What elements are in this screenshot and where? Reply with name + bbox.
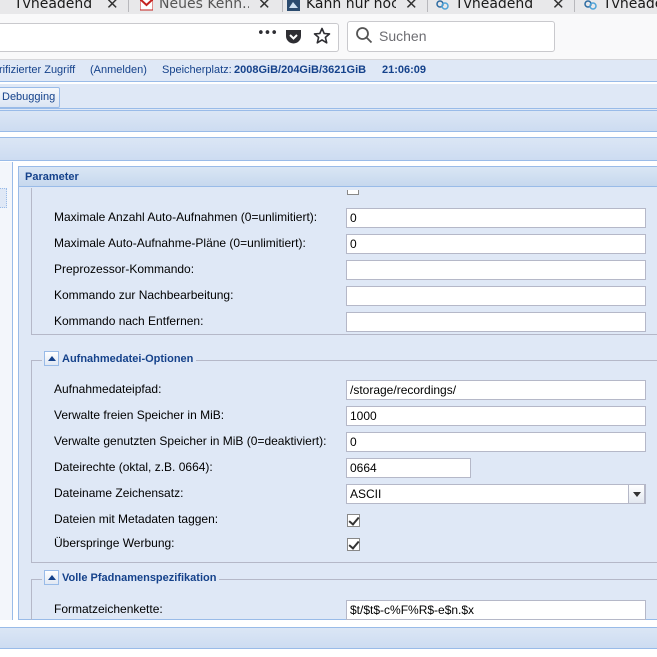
postprocessor-input[interactable] [346,286,646,306]
access-status: rifizierter Zugriff [0,64,76,76]
storage-label: Speicherplatz: [162,64,232,76]
tab-close-icon[interactable]: ✕ [106,0,119,13]
max-auto-recordings-label: Maximale Anzahl Auto-Aufnahmen (0=unlimi… [54,210,318,224]
tab-close-icon[interactable]: ✕ [552,0,565,13]
recording-path-label: Aufnahmedateipfad: [54,382,162,396]
postprocessor-label: Kommando zur Nachbearbeitung: [54,288,234,302]
bottom-band [0,627,657,649]
charset-label: Dateiname Zeichensatz: [54,486,184,500]
tag-metadata-checkbox[interactable] [347,514,360,527]
search-icon [356,27,373,44]
file-options-legend: Aufnahmedatei-Optionen [42,351,197,366]
format-string-input[interactable]: $t/$t$-c%F%R$-e$n.$x [346,600,646,620]
clock: 21:06:09 [382,64,427,76]
browser-tab[interactable]: Tvheade [584,0,657,14]
preprocessor-label: Preprozessor-Kommando: [54,262,195,276]
tab-close-icon[interactable]: ✕ [258,0,271,13]
tab-label: Tvheadend [455,0,534,12]
path-spec-fieldset: Volle Pfadnamenspezifikation Formatzeich… [31,570,657,620]
page-favicon-icon [287,0,300,11]
selected-row[interactable] [0,188,7,208]
tvheadend-icon [584,0,597,10]
login-link[interactable]: (Anmelden) [90,64,147,76]
file-options-fieldset: Aufnahmedatei-Optionen Aufnahmedateipfad… [31,351,657,563]
max-auto-plans-input[interactable]: 0 [346,234,646,254]
post-remove-input[interactable] [346,312,646,332]
skip-commercials-checkbox[interactable] [347,538,360,551]
search-bar[interactable]: Suchen [347,21,555,52]
panel-title: Parameter [19,167,657,187]
max-auto-recordings-input[interactable]: 0 [346,208,646,228]
browser-tab[interactable]: Tvheadend ✕ [436,0,571,14]
charset-value: ASCII [350,487,382,501]
skip-commercials-label: Überspringe Werbung: [54,536,175,550]
file-rights-label: Dateirechte (oktal, z.B. 0664): [54,460,213,474]
tab-strip-band [0,110,657,132]
browser-navbar: ••• Suchen [0,14,657,60]
browser-tab[interactable]: Neues Kenn... ✕ [140,0,275,14]
parameter-panel: Parameter Maximale Anzahl Auto-Aufnahmen… [18,166,657,620]
general-options-fieldset: Maximale Anzahl Auto-Aufnahmen (0=unlimi… [31,188,657,335]
page-actions-menu-icon[interactable]: ••• [257,26,278,41]
left-grid-panel [0,162,13,620]
gmail-icon [140,0,153,10]
collapse-icon[interactable] [44,570,59,585]
storage-value: 2008GiB/204GiB/3621GiB [234,64,367,76]
preprocessor-input[interactable] [346,260,646,280]
format-string-label: Formatzeichenkette: [54,602,163,616]
browser-tab-strip: Tvheadend ✕ Neues Kenn... ✕ Kann nur noc… [0,0,657,14]
tab-close-icon[interactable]: ✕ [405,0,418,13]
free-space-input[interactable]: 1000 [346,406,646,426]
panel-body[interactable]: Maximale Anzahl Auto-Aufnahmen (0=unlimi… [19,188,657,620]
free-space-label: Verwalte freien Speicher in MiB: [54,408,225,422]
scrolled-checkbox[interactable] [347,190,359,195]
tag-metadata-label: Dateien mit Metadaten taggen: [54,512,219,526]
path-spec-legend: Volle Pfadnamenspezifikation [42,570,220,585]
tab-debugging[interactable]: Debugging [0,87,60,108]
browser-tab[interactable]: Tvheadend ✕ [0,0,125,14]
recording-path-input[interactable]: /storage/recordings/ [346,380,646,400]
browser-tab[interactable]: Kann nur noch ✕ [287,0,422,14]
charset-select[interactable]: ASCII [346,484,646,504]
pocket-icon[interactable] [285,28,302,45]
tab-label: Tvheadend [14,0,93,12]
panel-toolbar-band [0,137,657,161]
used-space-input[interactable]: 0 [346,432,646,452]
search-placeholder: Suchen [379,28,427,44]
collapse-icon[interactable] [44,351,59,366]
tab-label: Neues Kenn... [159,0,249,12]
max-auto-plans-label: Maximale Auto-Aufnahme-Pläne (0=unlimiti… [54,236,306,250]
status-bar: rifizierter Zugriff (Anmelden) Speicherp… [0,60,657,82]
used-space-label: Verwalte genutzten Speicher in MiB (0=de… [54,434,327,448]
post-remove-label: Kommando nach Entfernen: [54,314,204,328]
file-options-title: Aufnahmedatei-Optionen [62,352,194,365]
tab-label: Tvheade [603,0,657,12]
subtab-bar: Debugging [0,84,657,110]
path-spec-title: Volle Pfadnamenspezifikation [62,571,217,584]
chevron-down-icon[interactable] [628,485,645,503]
bookmark-star-icon[interactable] [313,27,331,45]
file-rights-input[interactable]: 0664 [346,458,471,478]
tvheadend-icon [436,0,449,10]
tab-label: Kann nur noch [306,0,396,12]
